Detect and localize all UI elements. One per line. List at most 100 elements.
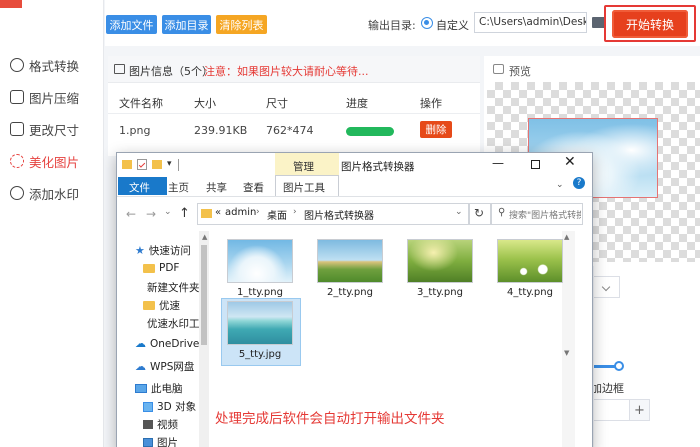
- properties-icon[interactable]: [137, 159, 147, 170]
- tree-item-video[interactable]: 视频: [143, 417, 178, 432]
- file-name[interactable]: 1_tty.png: [215, 287, 305, 298]
- tree-label: 3D 对象: [157, 401, 197, 413]
- up-icon[interactable]: ↑: [179, 206, 190, 221]
- new-folder-icon[interactable]: [152, 160, 162, 169]
- add-border-label: 添加边框: [594, 382, 624, 395]
- tab-view[interactable]: 查看: [243, 180, 264, 195]
- sidebar: 格式转换 图片压缩 更改尺寸 美化图片 添加水印: [0, 0, 104, 447]
- thumbnail-2[interactable]: [317, 239, 383, 283]
- tab-file[interactable]: 文件: [129, 180, 150, 195]
- start-convert-button[interactable]: 开始转换: [612, 10, 688, 38]
- breadcrumb-sep-icon: ›: [256, 207, 260, 217]
- tab-home[interactable]: 主页: [168, 180, 189, 195]
- sidebar-item-watermark[interactable]: 添加水印: [10, 182, 79, 204]
- tree-scroll-up-icon[interactable]: ▲: [202, 233, 207, 241]
- tree-item-pdf[interactable]: PDF: [143, 262, 179, 274]
- clear-list-button[interactable]: 清除列表: [216, 15, 267, 34]
- breadcrumb-overflow[interactable]: «: [215, 207, 221, 218]
- content-scrollbar[interactable]: ▲ ▼: [562, 231, 575, 447]
- sidebar-item-label: 美化图片: [29, 154, 80, 170]
- tree-item-this-pc[interactable]: 此电脑: [135, 381, 183, 396]
- ribbon-expand-icon[interactable]: ⌄: [556, 180, 564, 190]
- completion-caption: 处理完成后软件会自动打开输出文件夹: [215, 411, 445, 427]
- tree-item-onedrive[interactable]: ☁ OneDrive: [135, 337, 199, 350]
- tree-item-wps[interactable]: ☁ WPS网盘: [135, 359, 194, 374]
- thumbnail-5[interactable]: [227, 301, 293, 345]
- breadcrumb-desktop[interactable]: 桌面: [267, 207, 287, 222]
- search-placeholder: 搜索"图片格式转换器": [509, 211, 581, 221]
- cloud-icon: ☁: [135, 337, 146, 350]
- tree-scrollbar[interactable]: [199, 231, 209, 447]
- compress-icon: [10, 90, 24, 104]
- breadcrumb-sep-icon: ›: [293, 207, 297, 217]
- close-button[interactable]: ✕: [564, 154, 576, 170]
- row-dims: 762*474: [266, 124, 314, 137]
- star-icon: ★: [135, 244, 145, 257]
- back-icon[interactable]: ←: [126, 207, 136, 221]
- breadcrumb-folder[interactable]: 图片格式转换器: [304, 207, 374, 222]
- settings-slider-handle[interactable]: [614, 361, 624, 371]
- output-path-input[interactable]: C:\Users\admin\Deskto: [474, 12, 587, 33]
- file-explorer-window: ▾ 管理 图片格式转换器 — ✕ 文件 主页 共享 查看 图片工具 ⌄ ? ← …: [116, 152, 593, 447]
- format-convert-icon: [10, 58, 24, 72]
- address-dropdown-icon[interactable]: ⌄: [455, 207, 463, 217]
- sidebar-item-label: 更改尺寸: [29, 122, 80, 138]
- sidebar-item-label: 格式转换: [29, 58, 80, 74]
- help-icon[interactable]: ?: [573, 177, 585, 189]
- tab-picture-tools[interactable]: 图片工具: [283, 180, 325, 195]
- quick-access-dropdown-icon[interactable]: ▾: [167, 159, 172, 169]
- sidebar-item-label: 图片压缩: [29, 90, 80, 106]
- tree-item-pictures[interactable]: 图片: [143, 435, 178, 447]
- recent-dropdown-icon[interactable]: ⌄: [164, 207, 172, 217]
- thumbnail-4[interactable]: [497, 239, 563, 283]
- tree-item-yousu[interactable]: 优速: [143, 298, 180, 313]
- increment-button[interactable]: +: [629, 400, 649, 420]
- sidebar-item-compress[interactable]: 图片压缩: [10, 86, 79, 108]
- tree-label: 视频: [157, 419, 178, 431]
- search-icon: ⚲: [498, 207, 506, 218]
- breadcrumb-admin[interactable]: admin: [225, 207, 256, 218]
- file-name[interactable]: 3_tty.png: [395, 287, 485, 298]
- thumbnail-1[interactable]: [227, 239, 293, 283]
- file-name[interactable]: 4_tty.png: [485, 287, 575, 298]
- image-info-icon: [114, 64, 125, 74]
- settings-select[interactable]: [594, 276, 620, 298]
- file-name[interactable]: 2_tty.png: [305, 287, 395, 298]
- file-name[interactable]: 5_tty.jpg: [215, 349, 305, 360]
- cube-icon: [143, 401, 153, 412]
- minimize-button[interactable]: —: [492, 156, 504, 170]
- tree-item-watermark-tool[interactable]: 优速水印工: [143, 316, 199, 331]
- picture-icon: [143, 438, 153, 447]
- refresh-button[interactable]: ↻: [469, 203, 491, 225]
- preview-title: 预览: [509, 65, 531, 78]
- tree-label: 优速: [159, 300, 180, 312]
- output-dir-label: 输出目录:: [368, 19, 416, 32]
- tree-item-quick-access[interactable]: ★ 快速访问: [135, 243, 191, 258]
- col-header-dims: 尺寸: [266, 97, 288, 110]
- ribbon-manage-label[interactable]: 管理: [293, 159, 314, 174]
- window-title: 图片格式转换器: [341, 161, 415, 173]
- add-file-button[interactable]: 添加文件: [106, 15, 157, 34]
- video-icon: [143, 420, 153, 429]
- maximize-button[interactable]: [531, 160, 540, 169]
- table-divider: [108, 113, 480, 114]
- row-filename: 1.png: [119, 124, 151, 137]
- sidebar-item-beautify[interactable]: 美化图片: [10, 150, 79, 172]
- preview-icon: [493, 64, 504, 74]
- tree-label: 优速水印工: [147, 318, 199, 330]
- forward-icon[interactable]: →: [146, 207, 156, 221]
- output-custom-radio[interactable]: [421, 17, 433, 29]
- output-custom-label: 自定义: [436, 19, 469, 32]
- add-dir-button[interactable]: 添加目录: [162, 15, 211, 34]
- tab-share[interactable]: 共享: [206, 180, 227, 195]
- tree-item-new-folder[interactable]: 新建文件夹: [143, 280, 199, 295]
- beautify-icon: [10, 154, 24, 168]
- tree-item-3d[interactable]: 3D 对象: [143, 399, 196, 414]
- sidebar-item-format-convert[interactable]: 格式转换: [10, 54, 79, 76]
- tree-label: PDF: [159, 262, 180, 274]
- col-header-size: 大小: [194, 97, 216, 110]
- thumbnail-3[interactable]: [407, 239, 473, 283]
- sidebar-item-resize[interactable]: 更改尺寸: [10, 118, 79, 140]
- row-delete-button[interactable]: 删除: [420, 121, 452, 138]
- row-size: 239.91KB: [194, 124, 248, 137]
